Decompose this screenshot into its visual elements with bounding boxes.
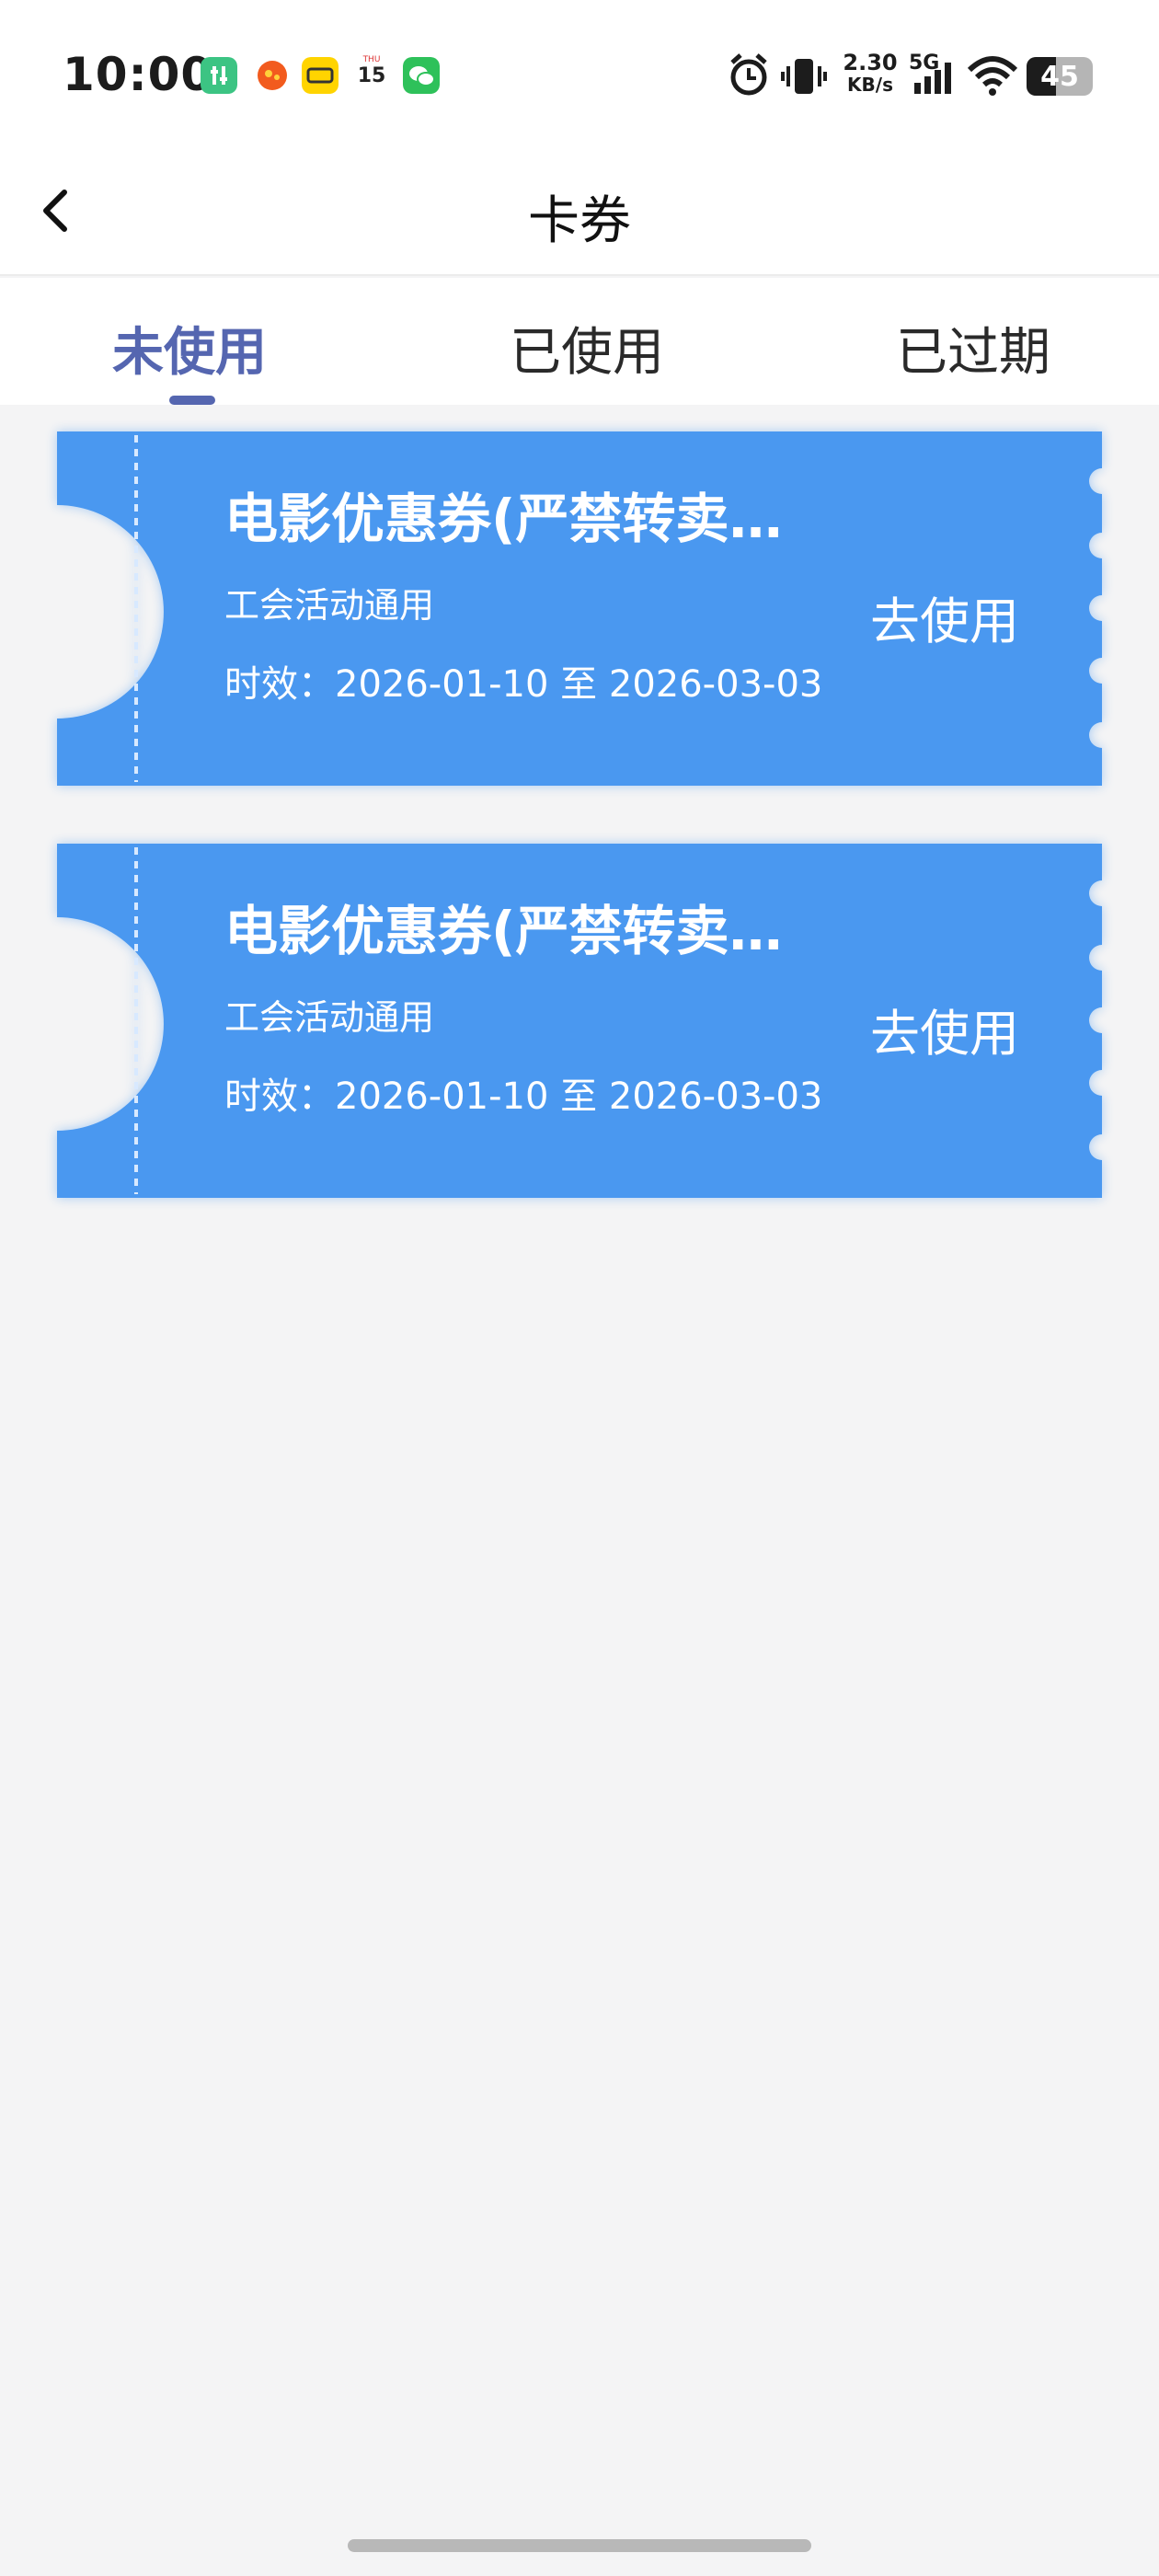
signal-icon	[914, 63, 951, 94]
net-speed-unit: KB/s	[847, 74, 893, 96]
tasks-app-icon	[201, 57, 237, 94]
coupons-page: 10:00 THU 15 2.30 KB/s 5G 45 卡券 未使用 已使用 …	[0, 0, 1159, 2576]
battery-level: 45	[1040, 61, 1079, 93]
battery-icon: 45	[1027, 57, 1093, 96]
fare-app-icon	[302, 57, 339, 94]
net-speed: 2.30 KB/s	[841, 52, 900, 96]
coupon-card[interactable]: 电影优惠券(严禁转卖… 工会活动通用 时效：2026-01-10 至 2026-…	[57, 431, 1102, 786]
nav-header: 卡券	[0, 152, 1159, 276]
calendar-weekday: THU	[362, 55, 381, 64]
tab-unused[interactable]: 未使用	[112, 311, 267, 385]
coupon-title: 电影优惠券(严禁转卖…	[224, 488, 783, 550]
status-bar: 10:00 THU 15 2.30 KB/s 5G 45	[0, 0, 1159, 152]
coupon-validity: 时效：2026-01-10 至 2026-03-03	[224, 663, 823, 706]
calendar-app-icon: THU 15	[353, 55, 390, 96]
coupon-validity: 时效：2026-01-10 至 2026-03-03	[224, 1075, 823, 1118]
tab-bar: 未使用 已使用 已过期	[0, 278, 1159, 405]
coupon-subtitle: 工会活动通用	[224, 585, 435, 626]
net-speed-value: 2.30	[843, 50, 898, 75]
status-time: 10:00	[63, 48, 214, 101]
page-title: 卡券	[528, 191, 631, 251]
calendar-day: 15	[357, 64, 386, 87]
home-indicator[interactable]	[348, 2539, 811, 2552]
tab-used[interactable]: 已使用	[510, 311, 664, 385]
wechat-app-icon	[403, 57, 440, 94]
active-tab-indicator	[169, 396, 215, 405]
coupon-subtitle: 工会活动通用	[224, 997, 435, 1038]
wifi-icon	[967, 56, 1018, 96]
alarm-icon	[730, 53, 767, 96]
coupon-card[interactable]: 电影优惠券(严禁转卖… 工会活动通用 时效：2026-01-10 至 2026-…	[57, 844, 1102, 1198]
use-coupon-button[interactable]: 去使用	[870, 993, 1019, 1065]
coupon-title: 电影优惠券(严禁转卖…	[224, 900, 783, 962]
vibrate-icon	[781, 59, 827, 94]
use-coupon-button[interactable]: 去使用	[870, 581, 1019, 653]
orange-app-icon	[258, 61, 287, 90]
tab-expired[interactable]: 已过期	[896, 311, 1050, 385]
